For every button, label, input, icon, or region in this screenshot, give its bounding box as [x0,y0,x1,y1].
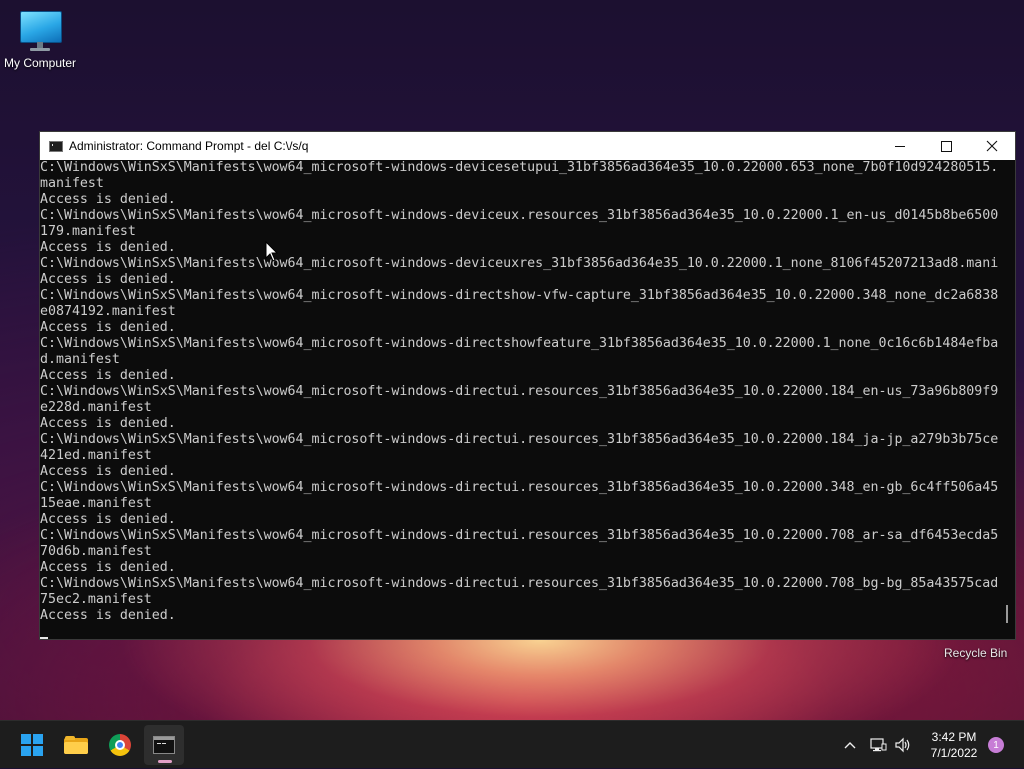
console-line: Access is denied. [40,608,176,623]
clock-time: 3:42 PM [931,730,977,744]
console-line: 179.manifest [40,224,136,239]
console-line: Access is denied. [40,320,176,335]
scrollbar-thumb[interactable] [1006,605,1008,623]
taskbar-file-explorer[interactable] [56,725,96,765]
speaker-icon [895,737,910,753]
close-button[interactable] [969,132,1015,160]
console-line: C:\Windows\WinSxS\Manifests\wow64_micros… [40,336,999,351]
clock-date: 7/1/2022 [930,746,978,760]
console-line: C:\Windows\WinSxS\Manifests\wow64_micros… [40,384,999,399]
taskbar-chrome[interactable] [100,725,140,765]
console-line: Access is denied. [40,240,176,255]
console-output[interactable]: C:\Windows\WinSxS\Manifests\wow64_micros… [40,160,999,639]
mouse-pointer-icon [265,241,279,262]
folder-icon [64,736,88,754]
console-line: Access is denied. [40,560,176,575]
console-line: C:\Windows\WinSxS\Manifests\wow64_micros… [40,208,999,223]
chrome-icon [109,734,131,756]
console-line: e228d.manifest [40,400,152,415]
desktop-icon-my-computer[interactable]: My Computer [2,8,78,70]
console-line: Access is denied. [40,272,176,287]
show-hidden-icons-button[interactable] [838,721,862,769]
window-titlebar[interactable]: Administrator: Command Prompt - del C:\/… [40,132,1015,160]
windows-start-icon [21,734,43,756]
taskbar-command-prompt[interactable] [144,725,184,765]
console-line: C:\Windows\WinSxS\Manifests\wow64_micros… [40,256,999,271]
network-button[interactable] [866,721,890,769]
console-line: 15eae.manifest [40,496,152,511]
console-line: C:\Windows\WinSxS\Manifests\wow64_micros… [40,160,999,175]
console-line: C:\Windows\WinSxS\Manifests\wow64_micros… [40,528,999,543]
console-line: Access is denied. [40,512,176,527]
console-line: C:\Windows\WinSxS\Manifests\wow64_micros… [40,480,999,495]
console-line: C:\Windows\WinSxS\Manifests\wow64_micros… [40,288,999,303]
console-line: 70d6b.manifest [40,544,152,559]
command-prompt-window[interactable]: Administrator: Command Prompt - del C:\/… [39,131,1016,640]
console-line: Access is denied. [40,368,176,383]
cmd-icon [153,736,175,754]
desktop-icon-label: My Computer [3,56,77,70]
window-title: Administrator: Command Prompt - del C:\/… [69,139,309,153]
close-icon [986,140,998,152]
minimize-button[interactable] [877,132,923,160]
minimize-icon [895,145,905,147]
text-cursor [40,637,48,639]
chevron-up-icon [844,742,856,749]
volume-button[interactable] [890,721,916,769]
desktop-icon-recycle-bin[interactable]: Recycle Bin [944,646,1014,660]
start-button[interactable] [12,725,52,765]
console-line: e0874192.manifest [40,304,176,319]
notification-count-badge: 1 [988,737,1004,753]
cmd-icon [49,140,63,152]
vertical-scrollbar[interactable] [999,160,1015,639]
maximize-icon [940,140,952,152]
console-line: d.manifest [40,352,120,367]
clock-button[interactable]: 3:42 PM 7/1/2022 [922,721,986,769]
notifications-button[interactable]: 1 [986,721,1006,769]
monitor-icon [18,8,62,54]
maximize-button[interactable] [923,132,969,160]
console-line: 421ed.manifest [40,448,152,463]
network-icon [870,738,887,752]
desktop-icon-label: Recycle Bin [944,646,1008,660]
console-line: Access is denied. [40,416,176,431]
console-line: manifest [40,176,104,191]
console-line: Access is denied. [40,464,176,479]
active-app-indicator [158,760,172,763]
console-line: 75ec2.manifest [40,592,152,607]
console-line: C:\Windows\WinSxS\Manifests\wow64_micros… [40,576,999,591]
console-line: Access is denied. [40,192,176,207]
console-line: C:\Windows\WinSxS\Manifests\wow64_micros… [40,432,999,447]
taskbar: 3:42 PM 7/1/2022 1 [0,720,1024,768]
